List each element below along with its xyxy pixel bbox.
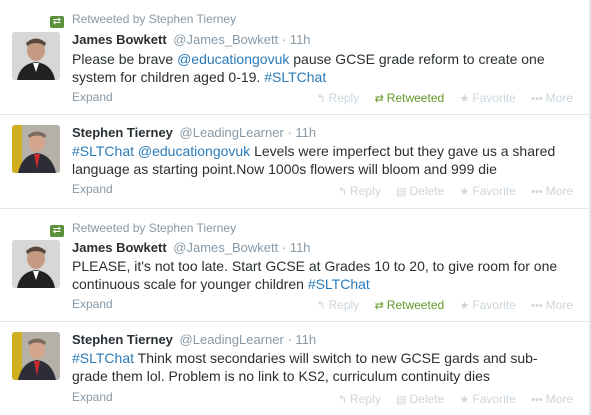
mention-link[interactable]: @educationgovuk bbox=[138, 143, 250, 159]
expand-link[interactable]: Expand bbox=[72, 390, 113, 404]
hashtag-link[interactable]: #SLTChat bbox=[72, 143, 134, 159]
more-icon: ••• bbox=[531, 93, 543, 105]
trash-icon: ▤ bbox=[396, 394, 407, 406]
reply-icon: ↰ bbox=[316, 93, 326, 105]
tweet-text: #SLTChat Think most secondaries will swi… bbox=[72, 350, 538, 384]
favorite-button[interactable]: ★ Favorite bbox=[460, 392, 516, 406]
timestamp[interactable]: · 11h bbox=[282, 240, 311, 255]
tweet-text: PLEASE, it's not too late. Start GCSE at… bbox=[72, 258, 558, 292]
trash-icon: ▤ bbox=[396, 186, 407, 198]
tweet-item[interactable]: ⇄ Retweeted by Stephen Tierney James Bowk… bbox=[0, 209, 589, 322]
retweet-icon: ⇄ bbox=[374, 300, 384, 312]
favorite-button[interactable]: ★ Favorite bbox=[460, 298, 516, 312]
more-icon: ••• bbox=[531, 394, 543, 406]
hashtag-link[interactable]: #SLTChat bbox=[264, 69, 326, 85]
reply-button[interactable]: ↰ Reply bbox=[316, 298, 359, 312]
retweet-icon: ⇄ bbox=[374, 93, 384, 105]
author-handle[interactable]: @James_Bowkett bbox=[173, 32, 278, 47]
author-name[interactable]: Stephen Tierney bbox=[72, 125, 173, 140]
expand-link[interactable]: Expand bbox=[72, 182, 113, 196]
tweet-actions: ↰ Reply ⇄ Retweeted ★ Favorite ••• More bbox=[304, 298, 573, 312]
timestamp[interactable]: · 11h bbox=[287, 125, 316, 140]
favorite-button[interactable]: ★ Favorite bbox=[460, 91, 516, 105]
tweet-actions: ↰ Reply ⇄ Retweeted ★ Favorite ••• More bbox=[304, 91, 573, 105]
reply-button[interactable]: ↰ Reply bbox=[316, 91, 359, 105]
more-button[interactable]: ••• More bbox=[531, 392, 573, 406]
reply-icon: ↰ bbox=[337, 186, 348, 198]
more-button[interactable]: ••• More bbox=[531, 91, 573, 105]
reply-icon: ↰ bbox=[316, 300, 326, 312]
avatar[interactable] bbox=[12, 32, 60, 80]
more-button[interactable]: ••• More bbox=[531, 298, 573, 312]
author-name[interactable]: James Bowkett bbox=[72, 240, 167, 255]
star-icon: ★ bbox=[459, 394, 470, 406]
avatar[interactable] bbox=[12, 125, 60, 173]
retweet-context: ⇄ Retweeted by Stephen Tierney bbox=[50, 12, 236, 28]
delete-button[interactable]: ▤ Delete bbox=[396, 392, 444, 406]
author-handle[interactable]: @James_Bowkett bbox=[173, 240, 278, 255]
tweet-actions: ↰ Reply ▤ Delete ★ Favorite ••• More bbox=[326, 392, 573, 406]
tweet-item[interactable]: Stephen Tierney @LeadingLearner · 11h #S… bbox=[0, 322, 589, 415]
author-name[interactable]: Stephen Tierney bbox=[72, 332, 173, 347]
mention-link[interactable]: @educationgovuk bbox=[177, 51, 289, 67]
author-handle[interactable]: @LeadingLearner bbox=[180, 125, 284, 140]
expand-link[interactable]: Expand bbox=[72, 297, 113, 311]
avatar[interactable] bbox=[12, 240, 60, 288]
reply-button[interactable]: ↰ Reply bbox=[338, 184, 381, 198]
tweet-item[interactable]: Stephen Tierney @LeadingLearner · 11h #S… bbox=[0, 115, 589, 209]
reply-button[interactable]: ↰ Reply bbox=[338, 392, 381, 406]
retweeted-button[interactable]: ⇄ Retweeted bbox=[375, 91, 445, 105]
tweet-item[interactable]: ⇄ Retweeted by Stephen Tierney James Bowk… bbox=[0, 0, 589, 115]
star-icon: ★ bbox=[459, 300, 470, 312]
timestamp[interactable]: · 11h bbox=[282, 32, 311, 47]
retweet-icon: ⇄ bbox=[50, 16, 64, 28]
tweet-text: Please be brave @educationgovuk pause GC… bbox=[72, 51, 545, 85]
timestamp[interactable]: · 11h bbox=[287, 332, 316, 347]
retweet-icon: ⇄ bbox=[50, 225, 64, 237]
more-button[interactable]: ••• More bbox=[531, 184, 573, 198]
tweet-text: #SLTChat @educationgovuk Levels were imp… bbox=[72, 143, 556, 177]
delete-button[interactable]: ▤ Delete bbox=[396, 184, 444, 198]
expand-link[interactable]: Expand bbox=[72, 90, 113, 104]
more-icon: ••• bbox=[531, 300, 543, 312]
tweet-actions: ↰ Reply ▤ Delete ★ Favorite ••• More bbox=[326, 184, 573, 198]
retweet-context: ⇄ Retweeted by Stephen Tierney bbox=[50, 221, 236, 237]
avatar[interactable] bbox=[12, 332, 60, 380]
star-icon: ★ bbox=[459, 186, 470, 198]
star-icon: ★ bbox=[459, 93, 470, 105]
retweeted-button[interactable]: ⇄ Retweeted bbox=[375, 298, 445, 312]
hashtag-link[interactable]: #SLTChat bbox=[308, 276, 370, 292]
more-icon: ••• bbox=[531, 186, 543, 198]
author-handle[interactable]: @LeadingLearner bbox=[180, 332, 284, 347]
author-name[interactable]: James Bowkett bbox=[72, 32, 167, 47]
reply-icon: ↰ bbox=[337, 394, 348, 406]
hashtag-link[interactable]: #SLTChat bbox=[72, 350, 134, 366]
favorite-button[interactable]: ★ Favorite bbox=[460, 184, 516, 198]
